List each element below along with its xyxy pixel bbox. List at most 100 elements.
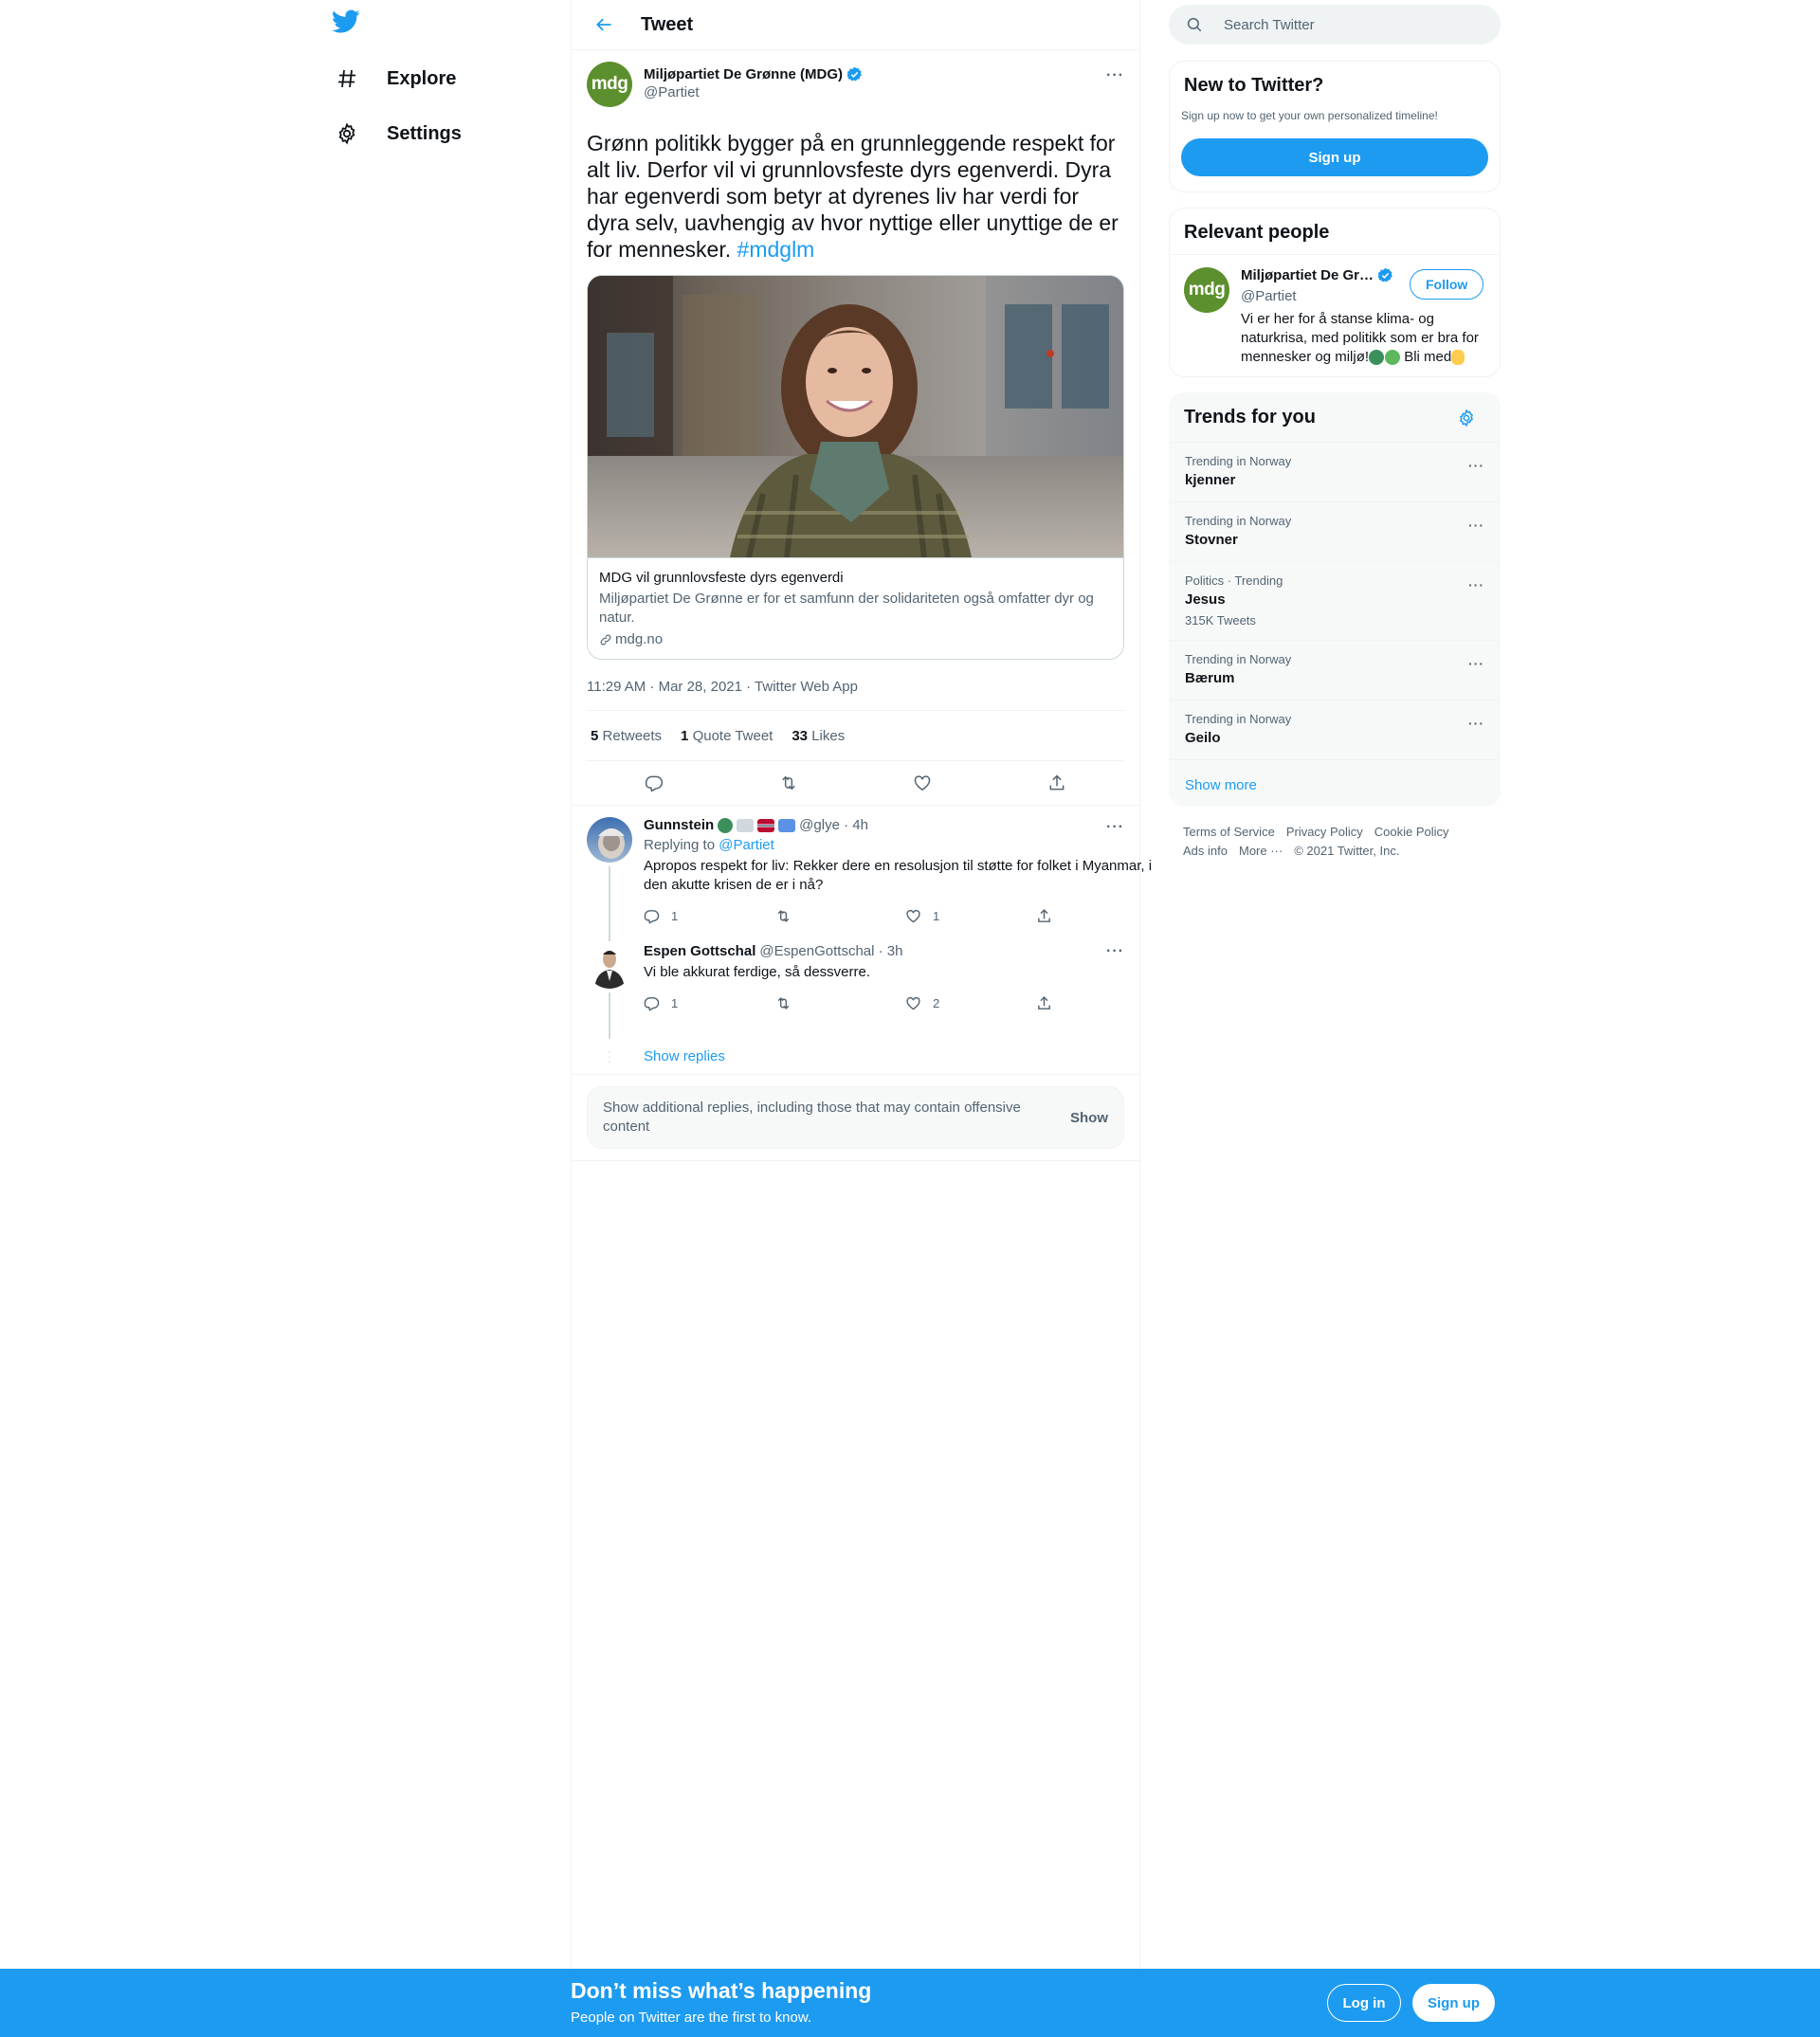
reply-button[interactable]: 1	[644, 908, 774, 924]
more-options-icon[interactable]: ···	[1468, 656, 1484, 671]
twitter-bird-icon[interactable]	[332, 9, 366, 44]
hashtag-link[interactable]: #mdglm	[737, 237, 815, 262]
share-icon	[1038, 908, 1050, 922]
un-flag-icon	[778, 818, 796, 832]
trend-item[interactable]: Trending in Norway Geilo ···	[1170, 700, 1500, 760]
bicycle-emoji-icon	[737, 818, 755, 832]
back-button[interactable]	[588, 9, 620, 41]
privacy-link[interactable]: Privacy Policy	[1286, 825, 1363, 839]
like-count: 2	[933, 995, 940, 1010]
reply-button[interactable]: 1	[644, 995, 774, 1011]
retweets-stat[interactable]: 5 Retweets	[591, 728, 662, 744]
replying-prefix: Replying to	[644, 837, 716, 853]
reply-author-name[interactable]: Gunnstein	[644, 817, 714, 833]
tweet-text: Grønn politikk bygger på en grunnleggend…	[587, 130, 1124, 263]
trend-item[interactable]: Politics · Trending Jesus 315K Tweets ··…	[1170, 562, 1500, 641]
retweet-icon	[777, 909, 790, 922]
trend-context: Trending in Norway	[1185, 454, 1292, 468]
reply-button[interactable]	[638, 767, 670, 799]
relevant-people-title: Relevant people	[1184, 222, 1330, 243]
reply-author-name[interactable]: Espen Gottschal	[644, 943, 755, 959]
author-name[interactable]: Miljøpartiet De Grønne (MDG)	[644, 66, 863, 82]
main-column: Tweet mdg Miljøpartiet De Grønne (MDG) @…	[571, 0, 1152, 2037]
follow-button[interactable]: Follow	[1410, 269, 1484, 300]
quotes-label: Quote Tweet	[692, 727, 774, 744]
retweets-label: Retweets	[602, 727, 663, 744]
norway-flag-icon	[757, 818, 775, 832]
like-button[interactable]: 2	[905, 995, 1036, 1011]
show-additional-button[interactable]: Show	[1070, 1110, 1108, 1126]
avatar[interactable]: mdg	[1184, 267, 1229, 313]
verified-badge-icon	[1377, 267, 1392, 282]
more-options-icon[interactable]: ···	[1106, 943, 1124, 960]
share-button[interactable]	[1036, 995, 1167, 1011]
retweet-button[interactable]	[774, 908, 905, 924]
reply-tweet[interactable]: Gunnstein @glye · 4h ··· Replying to @Pa…	[572, 806, 1152, 941]
reply-tweet[interactable]: Espen Gottschal @EspenGottschal · 3h ···…	[572, 941, 1139, 1039]
show-replies-row[interactable]: · · · Show replies	[572, 1039, 1139, 1075]
settings-gear-icon[interactable]	[1457, 409, 1476, 427]
relevant-name[interactable]: Miljøpartiet De Gr…	[1241, 267, 1393, 283]
tweet-actions	[572, 761, 1139, 806]
reply-author-handle[interactable]: @EspenGottschal · 3h	[759, 943, 902, 959]
reply-author-handle[interactable]: @glye · 4h	[799, 817, 868, 833]
more-options-icon[interactable]: ···	[1468, 518, 1484, 533]
like-button[interactable]	[906, 767, 938, 799]
quotes-stat[interactable]: 1 Quote Tweet	[681, 728, 773, 744]
more-link[interactable]: More ···	[1239, 844, 1283, 858]
tweet-author: mdg Miljøpartiet De Grønne (MDG) @Partie…	[587, 62, 1124, 118]
more-options-icon[interactable]: ···	[1468, 458, 1484, 473]
ads-info-link[interactable]: Ads info	[1183, 844, 1228, 858]
tweet-body: Grønn politikk bygger på en grunnleggend…	[587, 131, 1119, 262]
nav-settings-label: Settings	[387, 122, 462, 144]
author-handle[interactable]: @Partiet	[644, 84, 863, 100]
nav-settings[interactable]: Settings	[332, 110, 462, 157]
show-replies-link[interactable]: Show replies	[644, 1048, 725, 1064]
reply-count: 1	[671, 995, 679, 1010]
likes-stat[interactable]: 33 Likes	[792, 728, 845, 744]
card-domain-text: mdg.no	[615, 631, 664, 647]
link-card[interactable]: MDG vil grunnlovsfeste dyrs egenverdi Mi…	[587, 275, 1124, 660]
more-options-icon[interactable]: ···	[1468, 716, 1484, 731]
reply-text: Vi ble akkurat ferdige, så dessverre.	[644, 964, 871, 980]
terms-link[interactable]: Terms of Service	[1183, 825, 1275, 839]
search-icon	[1187, 17, 1202, 32]
signup-button[interactable]: Sign up	[1181, 138, 1488, 176]
cookie-link[interactable]: Cookie Policy	[1374, 825, 1449, 839]
heart-icon	[915, 775, 931, 791]
avatar[interactable]	[587, 817, 632, 863]
replying-to-link[interactable]: @Partiet	[719, 837, 774, 853]
tweet-timestamp[interactable]: 11:29 AM · Mar 28, 2021 · Twitter Web Ap…	[587, 679, 1124, 711]
thread-dots-icon: · · ·	[607, 1044, 612, 1068]
nav-explore[interactable]: Explore	[332, 55, 456, 102]
avatar[interactable]	[587, 943, 632, 989]
login-button[interactable]: Log in	[1327, 1984, 1401, 2022]
relevant-handle[interactable]: @Partiet	[1241, 288, 1297, 304]
retweet-button[interactable]	[773, 767, 805, 799]
search-input[interactable]: Search Twitter	[1224, 17, 1315, 33]
main-tweet: mdg Miljøpartiet De Grønne (MDG) @Partie…	[572, 50, 1139, 806]
footer-links: Terms of Service Privacy Policy Cookie Pol…	[1183, 823, 1486, 861]
like-button[interactable]: 1	[905, 908, 1036, 924]
search-bar[interactable]: Search Twitter	[1169, 5, 1501, 45]
retweet-button[interactable]	[774, 995, 905, 1011]
banner-signup-button[interactable]: Sign up	[1412, 1984, 1495, 2022]
more-options-icon[interactable]: ···	[1106, 67, 1124, 84]
share-button[interactable]	[1036, 908, 1167, 924]
reply-count: 1	[671, 908, 679, 923]
trends-panel: Trends for you Trending in Norway kjenne…	[1169, 392, 1501, 807]
earth-emoji-icon	[718, 817, 734, 833]
trend-item[interactable]: Trending in Norway Bærum ···	[1170, 641, 1500, 700]
avatar[interactable]: mdg	[587, 62, 632, 107]
heart-icon	[906, 909, 920, 922]
trend-count: 315K Tweets	[1185, 613, 1256, 627]
trends-title: Trends for you	[1184, 407, 1316, 427]
show-more-link[interactable]: Show more	[1170, 760, 1500, 806]
trend-name: Stovner	[1185, 532, 1238, 548]
trend-item[interactable]: Trending in Norway Stovner ···	[1170, 502, 1500, 562]
trend-item[interactable]: Trending in Norway kjenner ···	[1170, 443, 1500, 502]
card-domain: mdg.no	[599, 631, 1112, 647]
more-options-icon[interactable]: ···	[1468, 577, 1484, 592]
more-options-icon[interactable]: ···	[1106, 819, 1124, 836]
share-button[interactable]	[1041, 767, 1073, 799]
